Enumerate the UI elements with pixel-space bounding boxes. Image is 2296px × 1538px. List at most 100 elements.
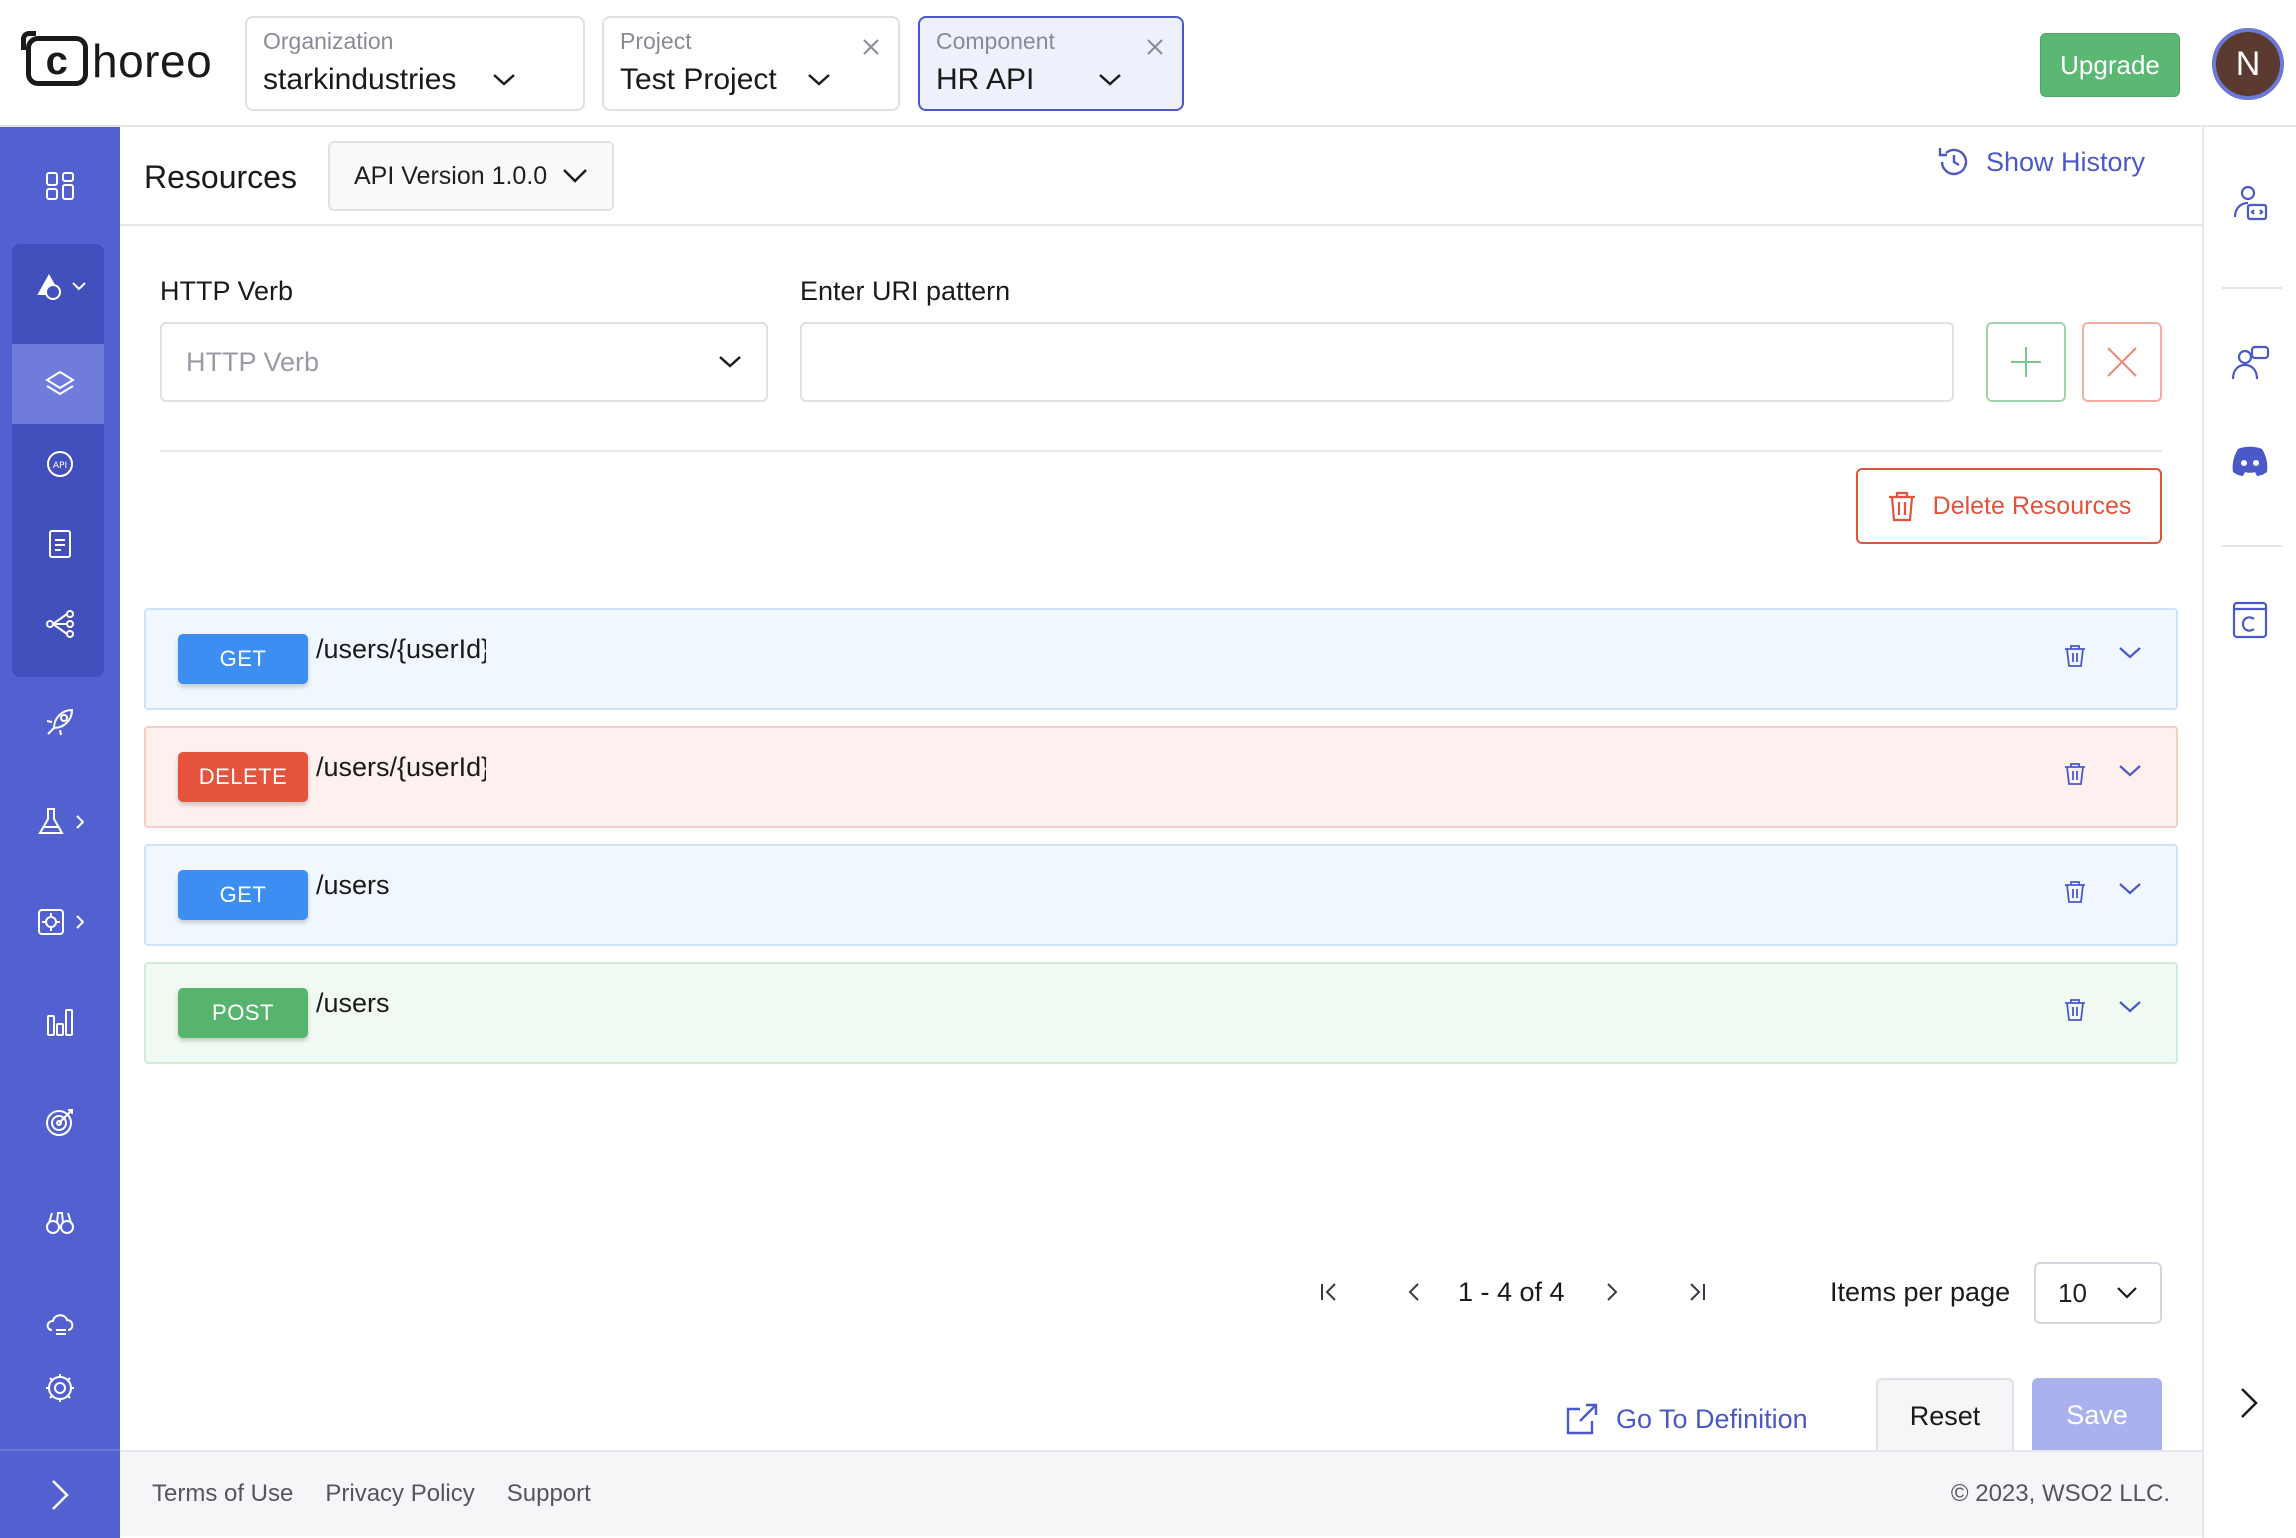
trash-icon[interactable] bbox=[2064, 762, 2086, 786]
save-button[interactable]: Save bbox=[2032, 1378, 2162, 1452]
resource-row[interactable]: GET /users/{userId} bbox=[144, 608, 2178, 710]
user-avatar[interactable]: N bbox=[2212, 28, 2284, 100]
privacy-policy-link[interactable]: Privacy Policy bbox=[325, 1480, 474, 1508]
sidebar-item-connections[interactable] bbox=[0, 589, 120, 659]
trash-icon[interactable] bbox=[2064, 998, 2086, 1022]
analytics-bars-icon bbox=[47, 1009, 73, 1036]
logo-mark: c bbox=[21, 31, 88, 86]
sidebar-item-resources[interactable] bbox=[0, 349, 120, 419]
rail-support-icon-button[interactable] bbox=[2204, 331, 2296, 395]
method-badge-get: GET bbox=[178, 634, 308, 684]
choreo-logo[interactable]: c horeo bbox=[21, 31, 213, 88]
chevron-down-icon bbox=[72, 282, 86, 291]
method-badge-get: GET bbox=[178, 870, 308, 920]
uri-pattern-input[interactable] bbox=[800, 322, 1954, 402]
api-version-value: API Version 1.0.0 bbox=[354, 161, 548, 190]
rail-discord-icon-button[interactable] bbox=[2204, 429, 2296, 493]
resource-path: /users/{userId} bbox=[316, 634, 486, 664]
sidebar-item-settings[interactable] bbox=[0, 1353, 120, 1423]
next-page-button[interactable] bbox=[1592, 1272, 1632, 1312]
chevron-right-icon bbox=[76, 915, 85, 929]
test-flask-icon bbox=[38, 808, 64, 834]
insights-binoculars-icon bbox=[46, 1212, 74, 1234]
page-footer: Terms of Use Privacy Policy Support © 20… bbox=[120, 1450, 2202, 1536]
rail-expand-button[interactable] bbox=[2226, 1380, 2272, 1426]
sidebar-item-test[interactable] bbox=[0, 787, 120, 857]
close-icon bbox=[2107, 347, 2137, 377]
support-chat-icon bbox=[2231, 345, 2270, 380]
method-badge-delete: DELETE bbox=[178, 752, 308, 802]
chevron-down-icon bbox=[807, 74, 830, 86]
method-badge-post: POST bbox=[178, 988, 308, 1038]
pagination-range: 1 - 4 of 4 bbox=[1458, 1276, 1565, 1307]
api-icon: API bbox=[47, 451, 73, 477]
items-per-page-value: 10 bbox=[2058, 1277, 2087, 1308]
add-resource-button[interactable] bbox=[1986, 322, 2066, 402]
trash-icon[interactable] bbox=[2064, 880, 2086, 904]
show-history-link[interactable]: Show History bbox=[1936, 141, 2145, 183]
sidebar-item-api[interactable]: API bbox=[0, 429, 120, 499]
go-to-definition-link[interactable]: Go To Definition bbox=[1564, 1398, 1808, 1440]
previous-page-button[interactable] bbox=[1394, 1272, 1434, 1312]
history-clock-icon bbox=[1938, 148, 1968, 176]
logo-text: horeo bbox=[92, 35, 213, 87]
sidebar-item-overview[interactable] bbox=[0, 151, 120, 221]
organization-label: Organization bbox=[263, 28, 394, 54]
organization-selector[interactable]: Organization starkindustries bbox=[245, 16, 585, 111]
rail-developer-icon-button[interactable] bbox=[2204, 171, 2296, 235]
resource-row[interactable]: GET /users bbox=[144, 844, 2178, 946]
overview-grid-icon bbox=[46, 172, 74, 200]
svg-text:API: API bbox=[53, 461, 67, 471]
resource-path: /users bbox=[316, 870, 390, 900]
chevron-down-icon[interactable] bbox=[2118, 882, 2142, 896]
rail-divider bbox=[2222, 287, 2282, 289]
sidebar-item-deploy[interactable] bbox=[0, 687, 120, 757]
sidebar-item-analytics[interactable] bbox=[0, 987, 120, 1057]
layers-icon bbox=[45, 370, 75, 396]
trash-icon[interactable] bbox=[2064, 644, 2086, 668]
delete-resources-button[interactable]: Delete Resources bbox=[1856, 468, 2162, 544]
chevron-down-icon[interactable] bbox=[2118, 646, 2142, 660]
resource-path: /users/{userId} bbox=[316, 752, 486, 782]
reset-button[interactable]: Reset bbox=[1876, 1378, 2014, 1452]
first-page-button[interactable] bbox=[1310, 1272, 1350, 1312]
clear-project-icon[interactable] bbox=[862, 38, 880, 56]
observe-target-icon bbox=[46, 1109, 73, 1136]
sidebar-item-develop[interactable] bbox=[0, 251, 120, 321]
http-verb-label: HTTP Verb bbox=[160, 276, 294, 306]
show-history-label: Show History bbox=[1986, 146, 2146, 177]
manage-gear-icon bbox=[38, 909, 64, 935]
support-link[interactable]: Support bbox=[507, 1480, 591, 1508]
resource-row[interactable]: POST /users bbox=[144, 962, 2178, 1064]
sidebar-item-documents[interactable] bbox=[0, 509, 120, 579]
chevron-right-icon bbox=[2241, 1388, 2258, 1418]
deploy-rocket-icon bbox=[46, 708, 74, 736]
chevron-down-icon bbox=[719, 356, 741, 368]
sidebar-item-observe[interactable] bbox=[0, 1087, 120, 1157]
sidebar-expand-button[interactable] bbox=[0, 1449, 120, 1538]
clear-resource-button[interactable] bbox=[2082, 322, 2162, 402]
component-selector[interactable]: Component HR API bbox=[918, 16, 1184, 111]
discord-icon bbox=[2232, 446, 2268, 476]
chevron-down-icon[interactable] bbox=[2118, 1000, 2142, 1014]
rail-console-icon-button[interactable] bbox=[2204, 587, 2296, 651]
chevron-right-icon bbox=[1607, 1283, 1618, 1301]
developer-icon bbox=[2233, 185, 2268, 221]
chevron-down-icon[interactable] bbox=[2118, 764, 2142, 778]
go-to-definition-label: Go To Definition bbox=[1616, 1403, 1808, 1434]
api-version-select[interactable]: API Version 1.0.0 bbox=[328, 141, 614, 211]
sidebar-item-manage[interactable] bbox=[0, 887, 120, 957]
last-page-button[interactable] bbox=[1676, 1272, 1716, 1312]
upgrade-button[interactable]: Upgrade bbox=[2040, 33, 2180, 97]
sidebar-item-insights[interactable] bbox=[0, 1187, 120, 1257]
project-selector[interactable]: Project Test Project bbox=[602, 16, 900, 111]
sidebar-item-cloud[interactable] bbox=[0, 1287, 120, 1357]
terms-of-use-link[interactable]: Terms of Use bbox=[152, 1480, 293, 1508]
document-icon bbox=[49, 530, 71, 558]
clear-component-icon[interactable] bbox=[1146, 38, 1164, 56]
resource-row[interactable]: DELETE /users/{userId} bbox=[144, 726, 2178, 828]
http-verb-select[interactable]: HTTP Verb bbox=[160, 322, 768, 402]
settings-icon bbox=[46, 1374, 74, 1402]
items-per-page-select[interactable]: 10 bbox=[2034, 1262, 2162, 1324]
component-label: Component bbox=[936, 28, 1055, 54]
